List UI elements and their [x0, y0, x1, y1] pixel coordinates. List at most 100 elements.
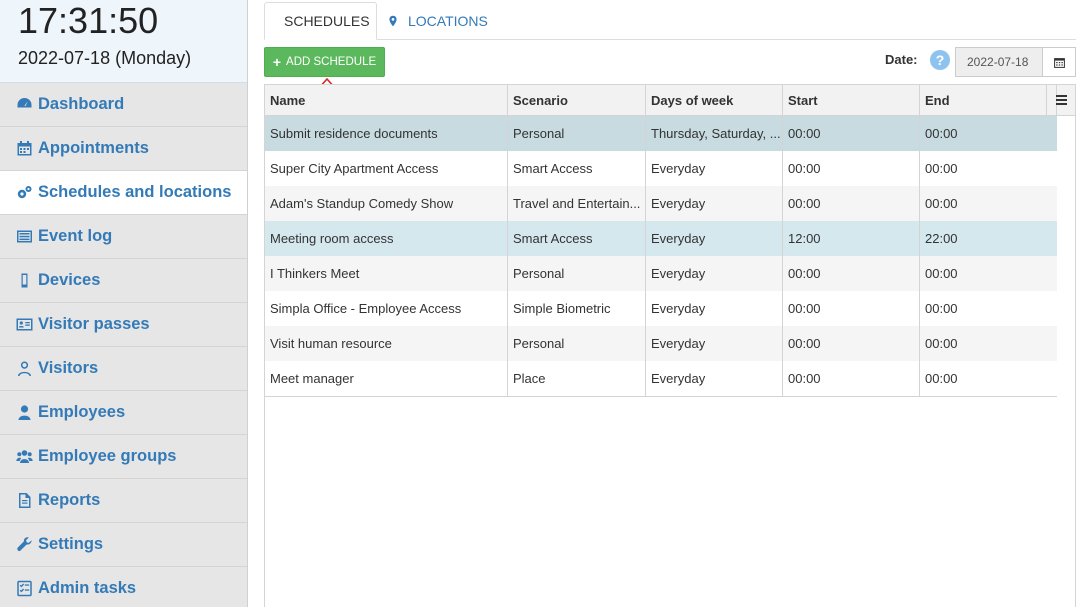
cell-days-of-week: Everyday: [646, 361, 783, 396]
sidebar-item-label: Event log: [38, 227, 113, 245]
cell-days-of-week: Everyday: [646, 291, 783, 326]
add-schedule-button[interactable]: + ADD SCHEDULE: [264, 47, 385, 77]
cell-days-of-week: Everyday: [646, 326, 783, 361]
sidebar-item-appointments[interactable]: Appointments: [0, 127, 247, 171]
mobile-icon: [15, 272, 33, 290]
sidebar-item-visitor-passes[interactable]: Visitor passes: [0, 303, 247, 347]
calendar-icon: [15, 140, 33, 158]
cell-scenario: Personal: [508, 326, 646, 361]
cell-end: 00:00: [925, 336, 958, 351]
cell-end: 00:00: [925, 371, 958, 386]
cell-end: 00:00: [925, 266, 958, 281]
cell-scenario: Personal: [508, 256, 646, 291]
sidebar-item-schedules-and-locations[interactable]: Schedules and locations: [0, 171, 247, 215]
sidebar-item-label: Devices: [38, 271, 101, 289]
clock-date: 2022-07-18 (Monday): [18, 48, 192, 68]
sidebar-item-settings[interactable]: Settings: [0, 523, 247, 567]
wrench-icon: [15, 536, 33, 554]
cell-name: Super City Apartment Access: [265, 151, 508, 186]
column-header-name[interactable]: Name: [265, 85, 508, 115]
gears-icon: [15, 184, 33, 202]
cell-start: 00:00: [783, 151, 920, 186]
sidebar-item-visitors[interactable]: Visitors: [0, 347, 247, 391]
tab-locations-label: LOCATIONS: [408, 13, 488, 29]
users-icon: [15, 448, 33, 466]
tab-schedules-label: SCHEDULES: [284, 13, 370, 29]
cell-days-of-week: Everyday: [646, 151, 783, 186]
column-header-end[interactable]: End: [920, 85, 1057, 115]
cell-start: 00:00: [783, 361, 920, 396]
date-field[interactable]: 2022-07-18: [955, 47, 1043, 77]
table-row[interactable]: I Thinkers Meet Personal Everyday 00:00 00:0…: [265, 256, 1057, 291]
sidebar-item-devices[interactable]: Devices: [0, 259, 247, 303]
user-icon: [15, 404, 33, 422]
cell-scenario: Smart Access: [508, 221, 646, 256]
cell-start: 00:00: [783, 256, 920, 291]
tab-schedules[interactable]: SCHEDULES: [264, 2, 377, 40]
cell-days-of-week: Thursday, Saturday, ...: [646, 116, 783, 151]
column-header-days[interactable]: Days of week: [646, 85, 783, 115]
table-row[interactable]: Meet manager Place Everyday 00:00 00:00: [265, 361, 1057, 396]
sidebar: 17:31:50 2022-07-18 (Monday) Dashboard Ap…: [0, 0, 248, 607]
sidebar-item-employees[interactable]: Employees: [0, 391, 247, 435]
sidebar-item-label: Appointments: [38, 139, 149, 157]
file-icon: [15, 492, 33, 510]
sidebar-item-label: Visitor passes: [38, 315, 150, 333]
table-row[interactable]: Adam's Standup Comedy Show Travel and Ent…: [265, 186, 1057, 221]
cell-days-of-week: Everyday: [646, 256, 783, 291]
cell-days-of-week: Everyday: [646, 186, 783, 221]
map-marker-icon: [389, 15, 397, 27]
sidebar-item-reports[interactable]: Reports: [0, 479, 247, 523]
table-row[interactable]: Visit human resource Personal Everyday 00:0…: [265, 326, 1057, 361]
sidebar-item-employee-groups[interactable]: Employee groups: [0, 435, 247, 479]
cell-scenario: Smart Access: [508, 151, 646, 186]
clock-panel: 17:31:50 2022-07-18 (Monday): [0, 0, 247, 83]
dashboard-icon: [15, 96, 33, 114]
app-root: 17:31:50 2022-07-18 (Monday) Dashboard Ap…: [0, 0, 1076, 607]
cell-name: Meet manager: [265, 361, 508, 396]
table-row[interactable]: Meeting room access Smart Access Everyday 1…: [265, 221, 1057, 256]
cell-end: 00:00: [925, 126, 958, 141]
cell-end: 00:00: [925, 161, 958, 176]
sidebar-nav: Dashboard Appointments Schedules and locat…: [0, 83, 247, 607]
cell-end: 00:00: [925, 301, 958, 316]
schedules-grid: Name Scenario Days of week Start End Sub…: [264, 84, 1076, 607]
column-header-scenario[interactable]: Scenario: [508, 85, 646, 115]
table-row[interactable]: Super City Apartment Access Smart Access E…: [265, 151, 1057, 186]
cell-start: 00:00: [783, 326, 920, 361]
clock-time: 17:31:50: [18, 0, 159, 41]
sidebar-item-label: Reports: [38, 491, 101, 509]
grid-header: Name Scenario Days of week Start End: [265, 85, 1075, 116]
cell-end: 00:00: [925, 196, 958, 211]
id-card-icon: [15, 316, 33, 334]
sidebar-item-label: Admin tasks: [38, 579, 137, 597]
tab-locations[interactable]: LOCATIONS: [377, 2, 498, 40]
add-schedule-label: ADD SCHEDULE: [286, 56, 377, 68]
main-content: SCHEDULES LOCATIONS + ADD SCHEDULE Date:…: [264, 0, 1076, 607]
grid-rows-divider: [265, 396, 1057, 397]
tasks-icon: [15, 580, 33, 598]
cell-scenario: Place: [508, 361, 646, 396]
help-icon[interactable]: ?: [930, 50, 950, 70]
sidebar-item-dashboard[interactable]: Dashboard: [0, 83, 247, 127]
table-row[interactable]: Submit residence documents Personal Thursd…: [265, 116, 1057, 151]
table-row[interactable]: Simpla Office - Employee Access Simple Bi…: [265, 291, 1057, 326]
plus-icon: +: [272, 54, 282, 70]
cell-name: I Thinkers Meet: [265, 256, 508, 291]
cell-name: Adam's Standup Comedy Show: [265, 186, 508, 221]
sidebar-item-event-log[interactable]: Event log: [0, 215, 247, 259]
sidebar-item-label: Employees: [38, 403, 126, 421]
cell-name: Visit human resource: [265, 326, 508, 361]
calendar-button[interactable]: [1042, 47, 1076, 77]
cell-days-of-week: Everyday: [646, 221, 783, 256]
cell-scenario: Simple Biometric: [508, 291, 646, 326]
date-label: Date:: [885, 52, 918, 67]
cell-start: 00:00: [783, 116, 920, 151]
sidebar-item-admin-tasks[interactable]: Admin tasks: [0, 567, 247, 607]
column-menu-icon[interactable]: [1046, 85, 1075, 115]
calendar-icon: [1053, 57, 1065, 68]
tab-bar: SCHEDULES LOCATIONS: [264, 2, 1076, 40]
column-header-start[interactable]: Start: [783, 85, 920, 115]
cell-scenario: Travel and Entertain...: [508, 186, 646, 221]
cell-start: 00:00: [783, 186, 920, 221]
